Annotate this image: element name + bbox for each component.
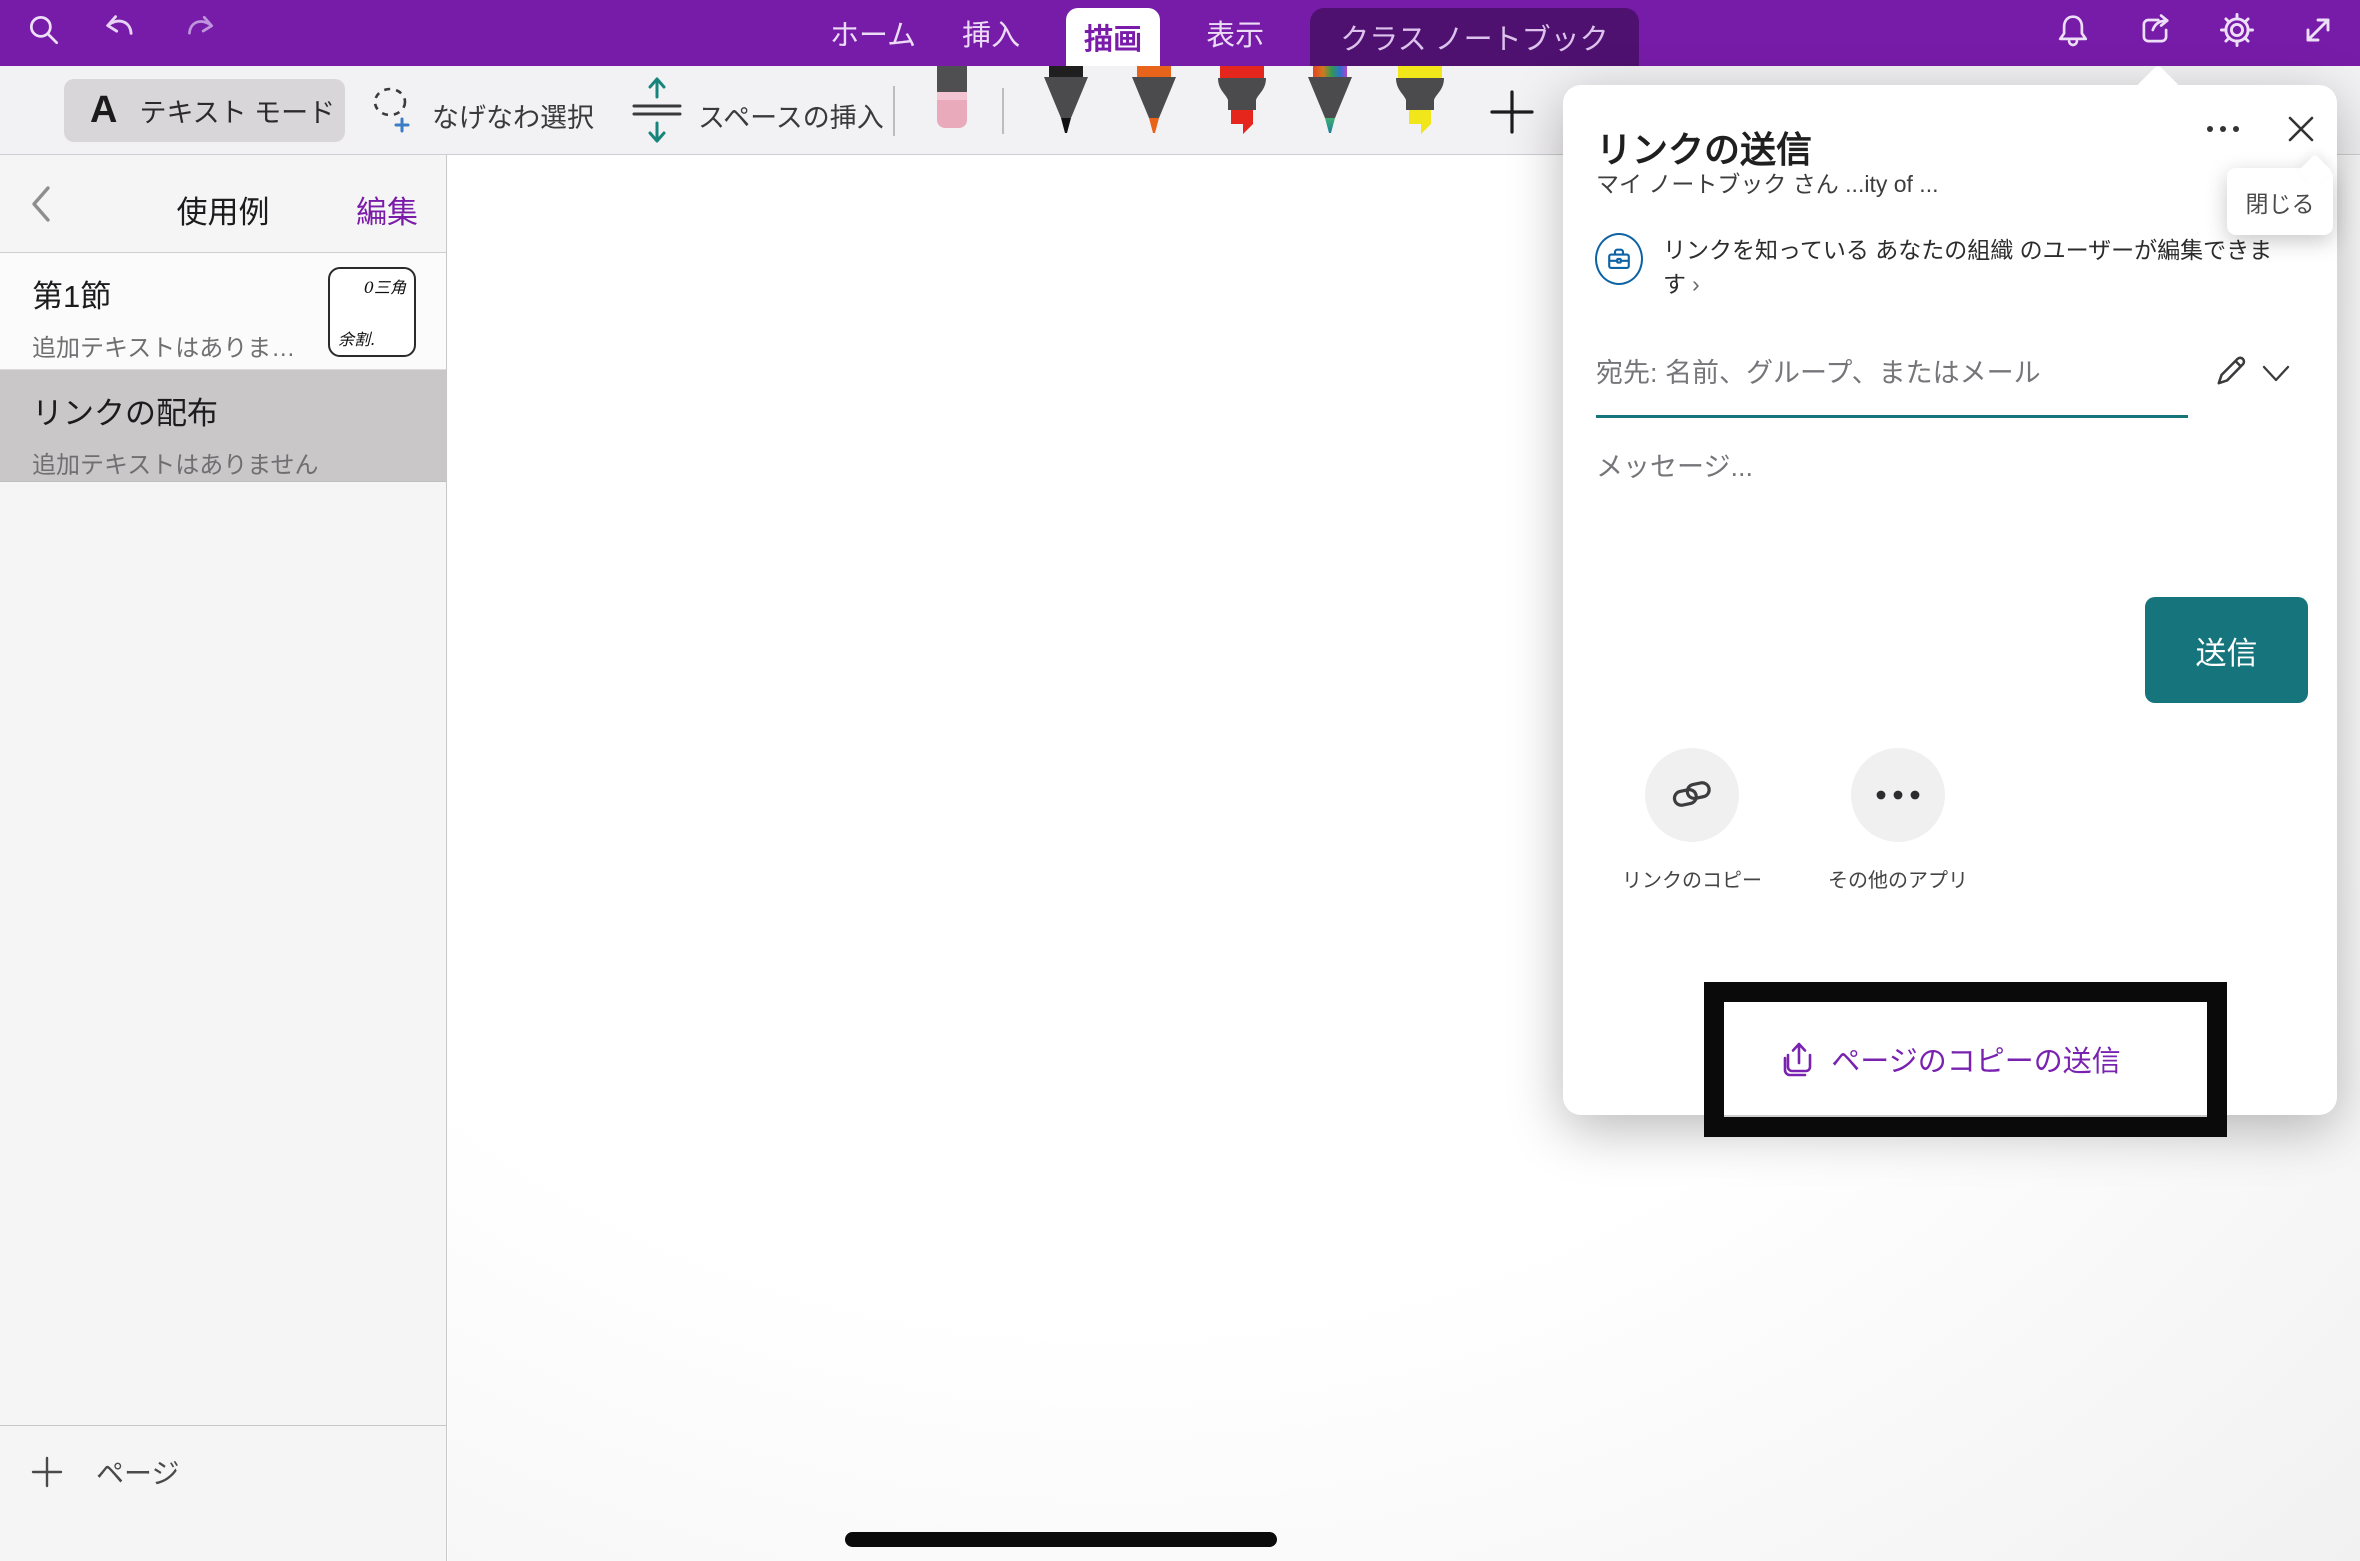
message-input[interactable] [1596, 437, 2156, 497]
orange-pen-icon[interactable] [1126, 66, 1182, 145]
toolbar-divider [1002, 88, 1004, 134]
share-icon[interactable] [2135, 8, 2175, 52]
notifications-bell-icon[interactable] [2053, 8, 2093, 52]
search-icon[interactable] [24, 8, 64, 52]
page-item-link-distribution[interactable]: リンクの配布 追加テキストはありません [0, 370, 446, 482]
sidebar-footer: ページ [0, 1425, 446, 1561]
red-highlighter-icon[interactable] [1214, 66, 1270, 145]
undo-icon[interactable] [100, 8, 140, 52]
page-subtitle: 追加テキストはありません [32, 445, 446, 480]
page-item-dai1setsu[interactable]: 第1節 追加テキストはありま… 0三角 余割. [0, 253, 446, 370]
more-apps-ellipsis-icon [1851, 748, 1945, 842]
copy-link-action[interactable]: リンクのコピー [1612, 748, 1772, 893]
chevron-down-icon[interactable] [2259, 361, 2293, 392]
ribbon-tabs: ホーム 挿入 描画 表示 クラス ノートブック [830, 0, 1639, 66]
tab-view[interactable]: 表示 [1206, 0, 1264, 66]
more-options-ellipsis-icon[interactable] [2193, 107, 2253, 151]
lasso-select-icon[interactable] [366, 80, 418, 141]
send-button[interactable]: 送信 [2145, 597, 2308, 703]
recipient-underline [1596, 415, 2188, 418]
page-title: リンクの配布 [32, 388, 446, 433]
edit-button[interactable]: 編集 [356, 187, 418, 232]
tab-draw[interactable]: 描画 [1066, 8, 1160, 66]
lasso-select-label[interactable]: なげなわ選択 [432, 96, 594, 135]
permission-row[interactable]: リンクを知っている あなたの組織 のユーザーが編集できます› [1595, 233, 2283, 301]
tab-home[interactable]: ホーム [830, 0, 916, 66]
add-page-label: ページ [96, 1452, 179, 1492]
add-page-button[interactable]: ページ [30, 1452, 179, 1492]
black-pen-icon[interactable] [1038, 66, 1094, 145]
plus-icon [30, 1455, 64, 1489]
galaxy-pen-icon[interactable] [1302, 66, 1358, 145]
text-mode-button[interactable]: A テキスト モード [64, 79, 345, 142]
page-list-sidebar: 使用例 編集 第1節 追加テキストはありま… 0三角 余割. リンクの配布 追加… [0, 155, 447, 1561]
expand-fullscreen-icon[interactable] [2298, 8, 2338, 52]
thumbnail-handwriting-line: 余割. [338, 326, 406, 350]
annotation-highlight-rectangle [1704, 982, 2227, 1137]
home-indicator-bar[interactable] [845, 1532, 1277, 1547]
page-thumbnail: 0三角 余割. [328, 267, 416, 357]
add-pen-plus-icon[interactable] [1486, 86, 1538, 143]
chevron-right-icon: › [1692, 271, 1700, 297]
copy-link-label: リンクのコピー [1612, 864, 1772, 893]
notebook-subtitle: マイ ノートブック さん ...ity of ... [1596, 165, 1938, 199]
sidebar-header: 使用例 編集 [0, 155, 446, 253]
close-icon[interactable] [2279, 107, 2323, 151]
insert-space-label[interactable]: スペースの挿入 [698, 96, 884, 135]
insert-space-icon[interactable] [628, 75, 686, 150]
redo-icon[interactable] [180, 8, 220, 52]
text-mode-label: テキスト モード [139, 91, 335, 130]
tab-class-notebook[interactable]: クラス ノートブック [1310, 8, 1638, 66]
more-apps-label: その他のアプリ [1818, 864, 1978, 893]
edit-pencil-icon[interactable] [2211, 351, 2251, 396]
settings-gear-icon[interactable] [2217, 8, 2257, 52]
toolbar-divider [893, 86, 895, 136]
send-link-dialog: リンクの送信 マイ ノートブック さん ...ity of ... リンクを知っ… [1563, 85, 2337, 1115]
text-mode-a-icon: A [90, 89, 117, 132]
top-app-bar: ホーム 挿入 描画 表示 クラス ノートブック [0, 0, 2360, 66]
recipient-input[interactable] [1596, 343, 2156, 403]
close-tooltip: 閉じる [2227, 168, 2333, 235]
more-apps-action[interactable]: その他のアプリ [1818, 748, 1978, 893]
copy-link-icon [1645, 748, 1739, 842]
tab-insert[interactable]: 挿入 [962, 0, 1020, 66]
organization-briefcase-icon [1595, 233, 1643, 285]
yellow-highlighter-icon[interactable] [1392, 66, 1448, 145]
permission-text: リンクを知っている あなたの組織 のユーザーが編集できます› [1663, 233, 2283, 301]
thumbnail-handwriting-line: 0三角 [364, 274, 406, 298]
eraser-tool-icon[interactable] [930, 66, 974, 135]
